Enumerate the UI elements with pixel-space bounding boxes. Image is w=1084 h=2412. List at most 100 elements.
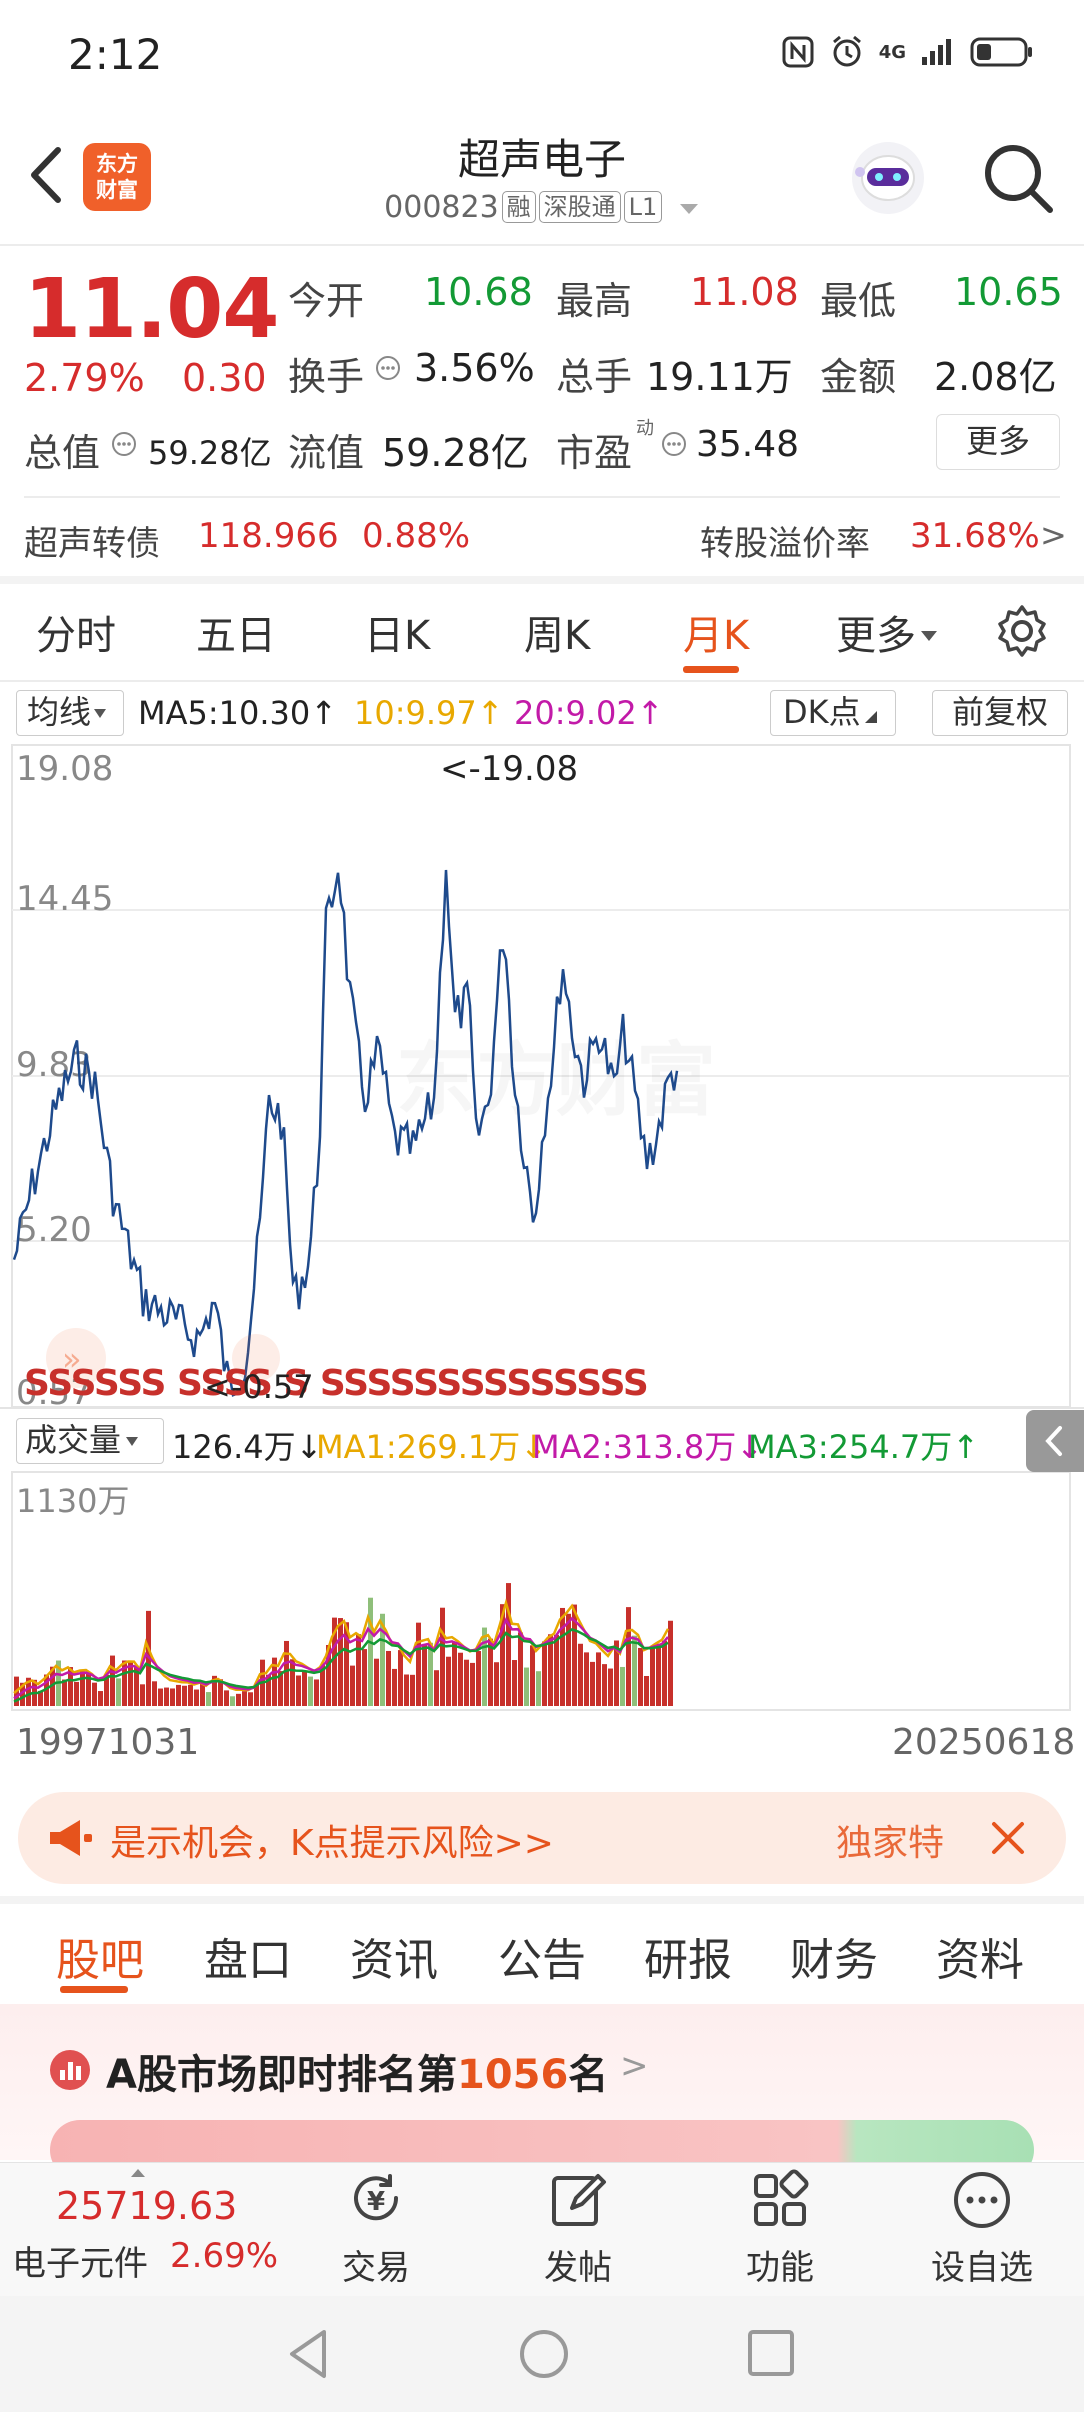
post-button[interactable]: 发帖 bbox=[518, 2168, 638, 2289]
y-label-top: 19.08 bbox=[16, 749, 113, 789]
ranking-arrow-icon: > bbox=[620, 2046, 649, 2086]
volume-bar bbox=[404, 1674, 409, 1706]
convertible-bond-row[interactable]: 超声转债 118.966 0.88% 转股溢价率 31.68% > bbox=[0, 506, 1084, 566]
ranking-row[interactable]: A股市场即时排名第1056名 > bbox=[0, 2004, 1084, 2180]
quote-divider bbox=[24, 496, 1060, 498]
add-watchlist-button[interactable]: 设自选 bbox=[922, 2168, 1042, 2289]
volume-bar bbox=[374, 1658, 379, 1706]
volume-bar bbox=[182, 1685, 187, 1706]
tab-weekly-k[interactable]: 周K bbox=[524, 603, 590, 661]
volume-bar bbox=[110, 1655, 115, 1706]
volume-bar bbox=[620, 1666, 625, 1706]
min-price-marker: <-0.57 bbox=[204, 1368, 314, 1406]
tab-research[interactable]: 研报 bbox=[644, 1924, 732, 1988]
volume-select[interactable]: 成交量 bbox=[16, 1418, 164, 1464]
volume-bar bbox=[140, 1684, 145, 1706]
volume-bar bbox=[368, 1597, 373, 1706]
volume-bar bbox=[290, 1659, 295, 1706]
tab-profile[interactable]: 资料 bbox=[936, 1924, 1024, 1988]
volume-bar bbox=[650, 1648, 655, 1706]
tab-five-day[interactable]: 五日 bbox=[196, 603, 276, 661]
status-icons: 4G bbox=[781, 34, 1034, 70]
close-icon[interactable] bbox=[988, 1818, 1028, 1858]
trade-button[interactable]: ¥ 交易 bbox=[316, 2168, 436, 2289]
more-dots-icon bbox=[954, 2172, 1010, 2228]
volume-bar bbox=[416, 1622, 421, 1706]
volume-bar bbox=[518, 1632, 523, 1706]
volume-bar bbox=[194, 1689, 199, 1706]
volume-bar bbox=[542, 1641, 547, 1706]
tab-order-book[interactable]: 盘口 bbox=[204, 1924, 292, 1988]
dropdown-triangle-icon bbox=[126, 1437, 139, 1446]
functions-button[interactable]: 功能 bbox=[720, 2168, 840, 2289]
volume-bar bbox=[440, 1607, 445, 1706]
volume-bar bbox=[566, 1613, 571, 1706]
info-icon[interactable] bbox=[660, 430, 688, 458]
volume-ma2: MA2:313.8万↓ bbox=[532, 1428, 764, 1466]
robot-assistant-icon[interactable] bbox=[848, 138, 928, 218]
y-label-4: 5.20 bbox=[16, 1210, 92, 1250]
volume-bar bbox=[452, 1642, 457, 1706]
tab-announcements[interactable]: 公告 bbox=[498, 1924, 586, 1988]
volume-bar bbox=[656, 1643, 661, 1706]
bond-pct: 0.88% bbox=[362, 516, 471, 556]
sector-name: 电子元件 bbox=[12, 2244, 148, 2284]
volume-bar bbox=[224, 1690, 229, 1706]
tab-daily-k[interactable]: 日K bbox=[364, 603, 430, 661]
tab-news[interactable]: 资讯 bbox=[350, 1924, 438, 1988]
volume-bar bbox=[164, 1687, 169, 1706]
premium-value: 31.68% bbox=[910, 516, 1040, 556]
tab-more[interactable]: 更多 bbox=[836, 603, 938, 661]
collapse-panel-button[interactable] bbox=[1026, 1410, 1084, 1472]
functions-label: 功能 bbox=[746, 2248, 814, 2288]
volume-ma3: MA3:254.7万↑ bbox=[748, 1428, 980, 1466]
chevron-left-icon bbox=[1045, 1426, 1062, 1456]
add-watchlist-label: 设自选 bbox=[931, 2248, 1033, 2288]
stock-code: 000823 bbox=[384, 190, 499, 225]
volume-bar bbox=[608, 1668, 613, 1706]
volume-bar bbox=[524, 1667, 529, 1706]
ranking-prefix: A股市场即时排名第 bbox=[106, 2052, 457, 2098]
index-value: 25719.63 bbox=[56, 2184, 238, 2228]
section-gap-2 bbox=[0, 1896, 1084, 1904]
alarm-icon bbox=[832, 35, 861, 67]
info-icon[interactable] bbox=[374, 354, 402, 382]
tab-finance[interactable]: 财务 bbox=[790, 1924, 878, 1988]
volume-bar bbox=[428, 1642, 433, 1706]
promo-banner[interactable]: 是示机会，K点提示风险>> 独家特 bbox=[18, 1792, 1066, 1884]
volume-bar bbox=[74, 1681, 79, 1706]
volume-y-label: 1130万 bbox=[16, 1482, 129, 1520]
caret-up-icon bbox=[131, 2169, 145, 2177]
search-icon[interactable] bbox=[980, 140, 1056, 216]
index-quote[interactable]: 25719.63 电子元件 2.69% bbox=[0, 2168, 300, 2288]
tab-intraday[interactable]: 分时 bbox=[36, 603, 116, 661]
volume-bar bbox=[386, 1650, 391, 1706]
change-amount: 0.30 bbox=[182, 356, 267, 400]
start-date: 19971031 bbox=[16, 1722, 200, 1763]
tag-level1: L1 bbox=[623, 191, 663, 223]
nav-recents-icon[interactable] bbox=[746, 2328, 796, 2378]
volume-bar bbox=[458, 1652, 463, 1706]
volume-label: 总手 bbox=[556, 355, 633, 399]
volume-value: 126.4万↓ bbox=[172, 1428, 323, 1466]
more-button[interactable]: 更多 bbox=[936, 414, 1060, 470]
high-value: 11.08 bbox=[690, 270, 799, 314]
tag-margin: 融 bbox=[501, 191, 536, 223]
volume-bar bbox=[308, 1676, 313, 1706]
tab-monthly-k[interactable]: 月K bbox=[683, 603, 749, 661]
volume-bar bbox=[644, 1675, 649, 1706]
volume-bar bbox=[392, 1668, 397, 1706]
kline-chart[interactable]: 东方财富 19.08 14.45 9.83 5.20 0.57 <-19.08 … bbox=[0, 683, 1084, 1743]
volume-bar bbox=[476, 1651, 481, 1706]
gear-icon[interactable] bbox=[994, 603, 1050, 659]
volume-bar bbox=[494, 1662, 499, 1706]
info-icon[interactable] bbox=[110, 430, 138, 458]
nav-home-icon[interactable] bbox=[516, 2326, 572, 2382]
battery-icon bbox=[970, 37, 1032, 67]
nav-back-icon[interactable] bbox=[284, 2326, 334, 2382]
mktcap-label: 总值 bbox=[24, 431, 101, 475]
tab-guba[interactable]: 股吧 bbox=[56, 1924, 144, 1988]
pe-superscript: 动 bbox=[636, 418, 654, 439]
open-value: 10.68 bbox=[424, 270, 533, 314]
svg-text:¥: ¥ bbox=[367, 2187, 385, 2217]
